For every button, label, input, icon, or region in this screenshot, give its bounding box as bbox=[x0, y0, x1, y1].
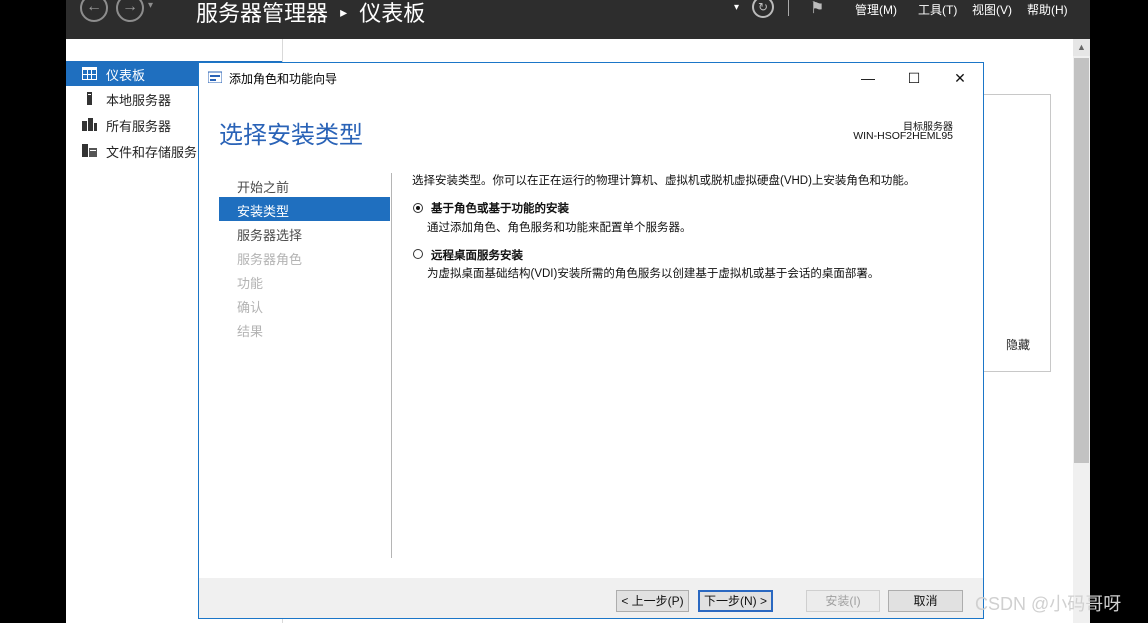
next-button[interactable]: 下一步(N) > bbox=[698, 590, 773, 612]
step-label: 功能 bbox=[237, 276, 264, 291]
steps-divider bbox=[391, 173, 392, 558]
back-icon[interactable]: ← bbox=[80, 0, 108, 22]
remote-desktop-radio[interactable] bbox=[413, 249, 423, 259]
dialog-title: 添加角色和功能向导 bbox=[229, 72, 338, 86]
servers-icon bbox=[82, 118, 97, 131]
menu-help[interactable]: 帮助(H) bbox=[1027, 1, 1068, 18]
cancel-button[interactable]: 取消 bbox=[888, 590, 963, 612]
step-label: 安装类型 bbox=[237, 204, 290, 219]
hide-link[interactable]: 隐藏 bbox=[1006, 336, 1030, 353]
minimize-icon[interactable]: — bbox=[845, 63, 891, 93]
server-icon bbox=[87, 92, 92, 105]
sidebar-item-label: 本地服务器 bbox=[106, 93, 172, 108]
step-features: 功能 bbox=[219, 269, 390, 293]
step-confirmation: 确认 bbox=[219, 293, 390, 317]
sidebar-item-label: 所有服务器 bbox=[106, 119, 172, 134]
welcome-panel bbox=[984, 94, 1051, 372]
sidebar-item-label: 仪表板 bbox=[106, 68, 146, 83]
notifications-dropdown-icon[interactable]: ▾ bbox=[734, 2, 739, 13]
scroll-up-icon[interactable]: ▲ bbox=[1073, 39, 1090, 56]
remote-desktop-option-title[interactable]: 远程桌面服务安装 bbox=[431, 247, 523, 263]
dashboard-icon bbox=[82, 67, 97, 80]
dialog-footer: < 上一步(P) 下一步(N) > 安装(I) 取消 bbox=[199, 578, 983, 618]
storage-icon bbox=[82, 144, 97, 157]
step-before-you-begin[interactable]: 开始之前 bbox=[219, 173, 390, 197]
role-based-option-title[interactable]: 基于角色或基于功能的安装 bbox=[431, 200, 569, 216]
step-server-roles: 服务器角色 bbox=[219, 245, 390, 269]
remote-desktop-option-desc: 为虚拟桌面基础结构(VDI)安装所需的角色服务以创建基于虚拟机或基于会话的桌面部… bbox=[427, 268, 880, 280]
maximize-icon[interactable]: ☐ bbox=[891, 63, 937, 93]
server-manager-header: ← → ▾ 服务器管理器 ▸ 仪表板 ▾ ↻ ⚑ 管理(M) 工具(T) 视图(… bbox=[66, 0, 1090, 39]
instruction-text: 选择安装类型。你可以在正在运行的物理计算机、虚拟机或脱机虚拟硬盘(VHD)上安装… bbox=[412, 175, 916, 187]
screen-border-right bbox=[1090, 0, 1148, 623]
sidebar-item-label: 文件和存储服务 bbox=[106, 145, 198, 160]
step-label: 服务器角色 bbox=[237, 252, 303, 267]
breadcrumb-separator-icon: ▸ bbox=[340, 3, 348, 20]
target-server-value: WIN-HSOF2HEML95 bbox=[853, 130, 953, 142]
install-button: 安装(I) bbox=[806, 590, 880, 612]
add-roles-wizard-dialog: 添加角色和功能向导 — ☐ ✕ 选择安装类型 目标服务器 WIN-HSOF2HE… bbox=[198, 62, 984, 619]
menu-manage[interactable]: 管理(M) bbox=[855, 1, 897, 18]
step-server-selection[interactable]: 服务器选择 bbox=[219, 221, 390, 245]
wizard-app-icon bbox=[208, 71, 222, 83]
step-installation-type[interactable]: 安装类型 bbox=[219, 197, 390, 221]
screen-border-left bbox=[0, 0, 66, 623]
step-results: 结果 bbox=[219, 317, 390, 341]
step-label: 结果 bbox=[237, 324, 264, 339]
previous-button[interactable]: < 上一步(P) bbox=[616, 590, 689, 612]
header-divider bbox=[788, 0, 789, 16]
menu-view[interactable]: 视图(V) bbox=[972, 1, 1012, 18]
forward-icon[interactable]: → bbox=[116, 0, 144, 22]
scrollbar-thumb[interactable] bbox=[1074, 58, 1089, 463]
flag-icon[interactable]: ⚑ bbox=[810, 0, 824, 18]
refresh-icon[interactable]: ↻ bbox=[752, 0, 774, 18]
menu-tools[interactable]: 工具(T) bbox=[918, 1, 957, 18]
close-icon[interactable]: ✕ bbox=[937, 63, 983, 93]
role-based-radio[interactable] bbox=[413, 203, 423, 213]
app-title: 服务器管理器 bbox=[196, 1, 329, 26]
step-label: 确认 bbox=[237, 300, 264, 315]
step-label: 开始之前 bbox=[237, 180, 290, 195]
page-title: 服务器管理器 ▸ 仪表板 bbox=[196, 0, 425, 28]
dialog-titlebar[interactable]: 添加角色和功能向导 — ☐ ✕ bbox=[199, 63, 983, 93]
role-based-option-desc: 通过添加角色、角色服务和功能来配置单个服务器。 bbox=[427, 222, 692, 234]
wizard-heading: 选择安装类型 bbox=[219, 122, 363, 149]
breadcrumb-current: 仪表板 bbox=[359, 1, 426, 26]
step-label: 服务器选择 bbox=[237, 228, 303, 243]
watermark: CSDN @小码哥呀 bbox=[975, 594, 1122, 614]
history-dropdown-icon[interactable]: ▾ bbox=[148, 0, 153, 11]
